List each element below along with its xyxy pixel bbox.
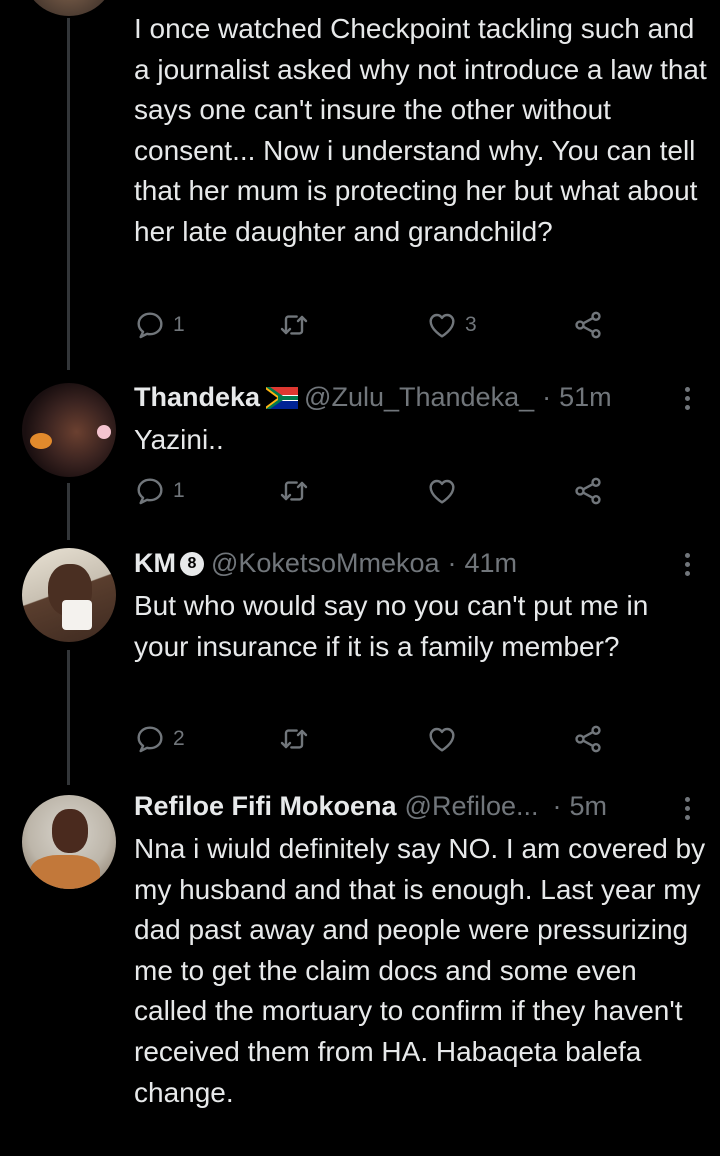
handle[interactable]: @Zulu_Thandeka_ bbox=[304, 382, 534, 413]
separator-dot: · bbox=[552, 791, 562, 821]
timestamp[interactable]: 51m bbox=[559, 382, 612, 413]
more-button[interactable] bbox=[684, 387, 690, 410]
avatar-shirt bbox=[30, 855, 100, 889]
like-icon bbox=[429, 479, 455, 504]
handle[interactable]: @KoketsoMmekoa bbox=[211, 548, 440, 579]
like-button[interactable] bbox=[426, 723, 465, 755]
tweet-text: I once watched Checkpoint tackling such … bbox=[134, 13, 707, 247]
timestamp[interactable]: 5m bbox=[570, 791, 608, 822]
display-name[interactable]: Thandeka bbox=[134, 382, 260, 413]
reply-count: 1 bbox=[173, 313, 185, 336]
retweet-button[interactable] bbox=[278, 309, 310, 341]
south-africa-flag-icon bbox=[266, 386, 299, 409]
share-button[interactable] bbox=[572, 309, 604, 341]
avatar-face bbox=[52, 809, 88, 853]
reply-icon bbox=[137, 478, 163, 505]
separator-dot: · bbox=[447, 548, 457, 578]
share-icon bbox=[575, 725, 601, 753]
thread-line bbox=[67, 650, 70, 785]
more-button[interactable] bbox=[684, 553, 690, 576]
thread-line bbox=[67, 18, 70, 370]
display-name[interactable]: KM bbox=[134, 548, 176, 579]
tweet-text: Nna i wiuld definitely say NO. I am cove… bbox=[134, 833, 706, 1108]
share-icon bbox=[575, 477, 601, 505]
tweet-text: Yazini.. bbox=[134, 424, 224, 455]
more-icon bbox=[684, 553, 690, 558]
more-button[interactable] bbox=[684, 797, 690, 820]
display-name[interactable]: Refiloe Fifi Mokoena bbox=[134, 791, 397, 822]
retweet-button[interactable] bbox=[278, 723, 310, 755]
avatar[interactable] bbox=[22, 795, 116, 889]
reply-button[interactable]: 2 bbox=[134, 723, 185, 755]
share-button[interactable] bbox=[572, 475, 604, 507]
tweet-header: Thandeka @Zulu_Thandeka_ · 51m bbox=[134, 382, 612, 413]
separator-dot: · bbox=[542, 382, 552, 412]
tweet-header: Refiloe Fifi Mokoena @Refiloe... · 5m bbox=[134, 791, 607, 822]
like-icon bbox=[429, 313, 455, 338]
retweet-icon bbox=[280, 729, 308, 749]
reply-count: 2 bbox=[173, 727, 185, 750]
like-count: 3 bbox=[465, 313, 477, 336]
tweet-actions: 1 bbox=[134, 475, 604, 509]
avatar-flower bbox=[30, 433, 52, 449]
reply-icon bbox=[137, 726, 163, 753]
reply-button[interactable]: 1 bbox=[134, 309, 185, 341]
handle[interactable]: @Refiloe... bbox=[405, 791, 539, 822]
eight-ball-badge-icon: 8 bbox=[180, 551, 204, 576]
tweet-header: KM 8 @KoketsoMmekoa · 41m bbox=[134, 548, 517, 579]
reply-icon bbox=[137, 312, 163, 339]
avatar[interactable] bbox=[22, 383, 116, 477]
like-button[interactable] bbox=[426, 475, 465, 507]
like-button[interactable]: 3 bbox=[426, 309, 477, 341]
avatar[interactable] bbox=[22, 0, 116, 16]
retweet-button[interactable] bbox=[278, 475, 310, 507]
reply-button[interactable]: 1 bbox=[134, 475, 185, 507]
avatar-mug bbox=[62, 600, 92, 630]
retweet-icon bbox=[280, 481, 308, 501]
more-icon bbox=[684, 387, 690, 392]
share-icon bbox=[575, 311, 601, 339]
timestamp[interactable]: 41m bbox=[465, 548, 518, 579]
more-icon bbox=[684, 797, 690, 802]
tweet-actions: 1 3 bbox=[134, 309, 604, 343]
reply-count: 1 bbox=[173, 479, 185, 502]
avatar-flower bbox=[97, 425, 111, 439]
like-icon bbox=[429, 727, 455, 752]
share-button[interactable] bbox=[572, 723, 604, 755]
thread-line bbox=[67, 483, 70, 540]
tweet-actions: 2 bbox=[134, 723, 604, 757]
avatar[interactable] bbox=[22, 548, 116, 642]
retweet-icon bbox=[280, 315, 308, 335]
tweet-text: But who would say no you can't put me in… bbox=[134, 590, 649, 662]
